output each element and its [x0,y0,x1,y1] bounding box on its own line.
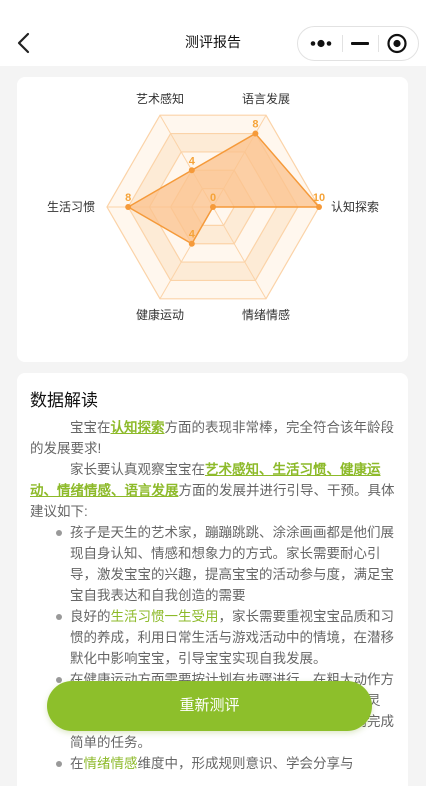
radar-axis-label: 语言发展 [242,91,290,106]
minimize-icon [351,42,369,45]
radar-chart: 8 10 0 4 8 4 语言发展认知探索情绪情感 健康运动 生活习惯 艺术感知 [47,91,379,322]
radar-value-label: 8 [125,192,131,204]
more-dots-icon [310,39,332,48]
advice-item: 孩子是天生的艺术家，蹦蹦跳跳、涂涂画画都是他们展现自身认知、情感和想象力的方式。… [56,522,398,606]
radar-value-label: 10 [313,192,325,204]
retest-button[interactable]: 重新测评 [47,681,372,731]
radar-axis-label: 情绪情感 [242,307,290,322]
radar-axis-label: 艺术感知 [136,91,184,106]
close-button[interactable] [378,27,418,60]
advice-item: 良好的生活习惯一生受用，家长需要重视宝宝品质和习惯的养成，利用日常生活与游戏活动… [56,606,398,669]
radar-data-point [316,204,322,210]
section-title: 数据解读 [30,391,98,410]
radar-axis-label: 健康运动 [136,307,184,322]
radar-data-point [252,130,259,137]
minimize-button[interactable] [342,27,378,60]
strength-highlight: 认知探索 [110,420,165,435]
radar-value-label: 8 [252,119,258,131]
summary-paragraph: 宝宝在认知探索方面的表现非常棒，完全符合该年龄段的发展要求! [30,420,394,456]
more-button[interactable] [298,27,342,60]
advice-item: 在情绪情感维度中，形成规则意识、学会分享与 [56,753,398,774]
radar-data-point [188,240,195,247]
nav-bar: 测评报告 [0,0,426,66]
advice-list: 孩子是天生的艺术家，蹦蹦跳跳、涂涂画画都是他们展现自身认知、情感和想象力的方式。… [30,522,398,774]
radar-axis-label: 生活习惯 [47,199,95,214]
target-close-icon [387,33,407,54]
radar-data-point [210,204,216,210]
radar-value-label: 4 [189,229,196,241]
radar-data-point [125,204,132,210]
radar-value-label: 0 [210,192,216,204]
advice-paragraph: 家长要认真观察宝宝在艺术感知、生活习惯、健康运动、情绪情感、语言发展方面的发展并… [30,462,395,519]
mini-program-capsule [297,26,419,61]
radar-value-label: 4 [189,155,196,167]
radar-axis-label: 认知探索 [331,200,379,214]
radar-data-point [188,167,195,174]
radar-chart-card: 8 10 0 4 8 4 语言发展认知探索情绪情感 健康运动 生活习惯 艺术感知 [17,77,408,362]
